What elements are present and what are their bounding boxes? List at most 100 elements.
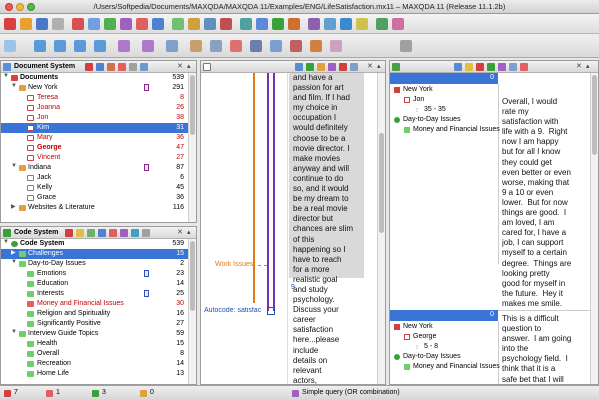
open-project-icon[interactable]: [20, 18, 32, 30]
code-row-religion[interactable]: Religion and Spirituality 16: [1, 309, 188, 319]
scrollbar-thumb[interactable]: [190, 241, 195, 311]
browser-memo-icon[interactable]: [317, 63, 325, 71]
browser-print-icon[interactable]: [339, 63, 347, 71]
print-icon[interactable]: [52, 18, 64, 30]
collapse-toggle-icon[interactable]: ▼: [11, 163, 17, 169]
doc-row-websites[interactable]: ▶ Websites & Literature 116: [1, 203, 188, 213]
documents-icon[interactable]: [72, 18, 84, 30]
expand-toggle-icon[interactable]: ▶: [11, 203, 16, 210]
save-project-icon[interactable]: [36, 18, 48, 30]
doc-row-jack[interactable]: Jack 6: [1, 173, 188, 183]
quick-code-icon[interactable]: [330, 40, 342, 52]
scrollbar-thumb[interactable]: [379, 133, 384, 233]
expand-toggle-icon[interactable]: ▶: [11, 249, 16, 256]
collapse-pane-icon[interactable]: ▴: [187, 228, 191, 236]
collapse-toggle-icon[interactable]: ▼: [11, 259, 17, 265]
table-icon[interactable]: [152, 18, 164, 30]
retrieved-memo-icon[interactable]: [465, 63, 473, 71]
overview-icon[interactable]: [356, 18, 368, 30]
arrow-up-first-icon[interactable]: [34, 40, 46, 52]
edit-mode-icon[interactable]: [203, 63, 211, 71]
new-project-icon[interactable]: [4, 18, 16, 30]
code-row-challenges[interactable]: ▶ Challenges 15: [1, 249, 188, 259]
code-favorites-icon[interactable]: [392, 18, 404, 30]
arrow-up-icon[interactable]: [54, 40, 66, 52]
segment-code-parent[interactable]: Day-to-Day Issues: [403, 353, 461, 360]
code-row-interests[interactable]: Interests 25: [1, 289, 188, 299]
memo-icon[interactable]: [144, 164, 149, 171]
refresh-icon[interactable]: [340, 18, 352, 30]
new-code-icon[interactable]: [65, 229, 73, 237]
code-row-health[interactable]: Health 15: [1, 339, 188, 349]
code-row-day-to-day[interactable]: ▼ Day-to-Day Issues 2: [1, 259, 188, 269]
arrow-down-icon[interactable]: [74, 40, 86, 52]
autocode-marker-icon[interactable]: [267, 307, 275, 315]
code-set-icon[interactable]: [87, 229, 95, 237]
doc-variables-icon[interactable]: [118, 63, 126, 71]
doc-set-icon[interactable]: [107, 63, 115, 71]
scrollbar-thumb[interactable]: [190, 75, 195, 135]
doc-row-jon[interactable]: Jon 38: [1, 113, 188, 123]
document-scrollbar[interactable]: [188, 73, 196, 222]
segment-code[interactable]: Money and Financial Issues: [413, 126, 500, 133]
retrieved-export-icon[interactable]: [509, 63, 517, 71]
window-retrieved-icon[interactable]: [288, 18, 300, 30]
reports-icon[interactable]: [204, 18, 216, 30]
segment-doc[interactable]: George: [413, 333, 436, 340]
code-row-significantly-positive[interactable]: Significantly Positive 27: [1, 319, 188, 329]
doc-row-grace[interactable]: Grace 36: [1, 193, 188, 203]
pin-icon[interactable]: ✕: [177, 62, 183, 70]
window-browser-icon[interactable]: [272, 18, 284, 30]
window-document-system-icon[interactable]: [240, 18, 252, 30]
window-code-system-icon[interactable]: [256, 18, 268, 30]
code-memo-icon[interactable]: [144, 270, 149, 277]
collapse-pane-icon[interactable]: ▴: [586, 62, 590, 70]
code-memo-icon[interactable]: [144, 290, 149, 297]
pin-icon[interactable]: ✕: [177, 228, 183, 236]
import-icon[interactable]: [88, 18, 100, 30]
code-row-recreation[interactable]: Recreation 14: [1, 359, 188, 369]
activate-icon[interactable]: [250, 40, 262, 52]
segment-doc-group[interactable]: New York: [403, 323, 433, 330]
code-row-root[interactable]: ▼ Code System 539: [1, 239, 188, 249]
doc-row-indiana[interactable]: ▼ Indiana 87: [1, 163, 188, 173]
find-icon[interactable]: [142, 40, 154, 52]
doc-row-vincent[interactable]: Vincent 27: [1, 153, 188, 163]
mixed-methods-icon[interactable]: [188, 18, 200, 30]
retrieved-sort-icon[interactable]: [498, 63, 506, 71]
code-scrollbar[interactable]: [188, 239, 196, 384]
work-issues-label[interactable]: Work Issues: [215, 261, 253, 268]
teamwork-icon[interactable]: [220, 18, 232, 30]
retrieved-print-icon[interactable]: [520, 63, 528, 71]
doc-row-kelly[interactable]: Kelly 45: [1, 183, 188, 193]
autocode-label[interactable]: Autocode: satisfac: [204, 307, 270, 314]
collapse-pane-icon[interactable]: ▴: [377, 62, 381, 70]
code-row-education[interactable]: Education 14: [1, 279, 188, 289]
pin-icon[interactable]: ✕: [576, 62, 582, 70]
code-row-emotions[interactable]: Emotions 23: [1, 269, 188, 279]
new-doc-icon[interactable]: [85, 63, 93, 71]
code-row-money[interactable]: Money and Financial Issues 30: [1, 299, 188, 309]
lexical-search-icon[interactable]: [376, 18, 388, 30]
collapse-pane-icon[interactable]: ▴: [187, 62, 191, 70]
code-memo-icon[interactable]: [76, 229, 84, 237]
retrieved-code-icon[interactable]: [487, 63, 495, 71]
search-icon[interactable]: [324, 18, 336, 30]
collapse-toggle-icon[interactable]: ▼: [3, 73, 9, 79]
segment-text-bottom[interactable]: This is a difficult question to answer. …: [502, 314, 571, 384]
scrollbar-thumb[interactable]: [592, 75, 597, 155]
browser-search-icon[interactable]: [295, 63, 303, 71]
import-doc-icon[interactable]: [96, 63, 104, 71]
layout-icon[interactable]: [308, 18, 320, 30]
retrieved-search-icon[interactable]: [454, 63, 462, 71]
code-row-interview-guide[interactable]: ▼ Interview Guide Topics 59: [1, 329, 188, 339]
collapse-toggle-icon[interactable]: ▼: [11, 329, 17, 335]
segment-position[interactable]: 35 - 35: [424, 106, 446, 113]
retrieved-doc-icon[interactable]: [476, 63, 484, 71]
query-mode-label[interactable]: Simple query (OR combination): [302, 389, 400, 396]
doc-row-joanna[interactable]: Joanna 26: [1, 103, 188, 113]
segment-code-parent[interactable]: Day-to-Day Issues: [403, 116, 461, 123]
code-row-overall[interactable]: Overall 8: [1, 349, 188, 359]
collapse-toggle-icon[interactable]: ▼: [11, 83, 17, 89]
doc-row-new-york[interactable]: ▼ New York 291: [1, 83, 188, 93]
